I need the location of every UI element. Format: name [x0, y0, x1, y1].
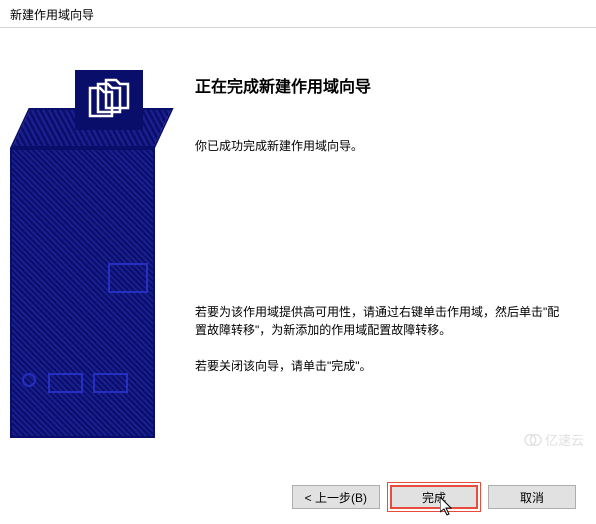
spacer [195, 173, 566, 303]
wizard-sidebar [0, 28, 165, 468]
success-message: 你已成功完成新建作用域向导。 [195, 137, 566, 155]
server-panel-detail [108, 263, 148, 293]
watermark: 亿速云 [524, 430, 584, 449]
wizard-footer: < 上一步(B) 完成 取消 [292, 485, 576, 509]
folder-icon-box [75, 70, 143, 130]
availability-message: 若要为该作用域提供高可用性，请通过右键单击作用域，然后单击"配置故障转移"，为新… [195, 303, 566, 339]
folders-icon [84, 78, 134, 123]
server-graphic [0, 28, 165, 443]
window-title: 新建作用域向导 [10, 8, 94, 22]
server-front-face [10, 148, 155, 438]
content-area: 正在完成新建作用域向导 你已成功完成新建作用域向导。 若要为该作用域提供高可用性… [0, 28, 596, 468]
server-drive-bay-1 [48, 373, 83, 393]
watermark-text: 亿速云 [545, 430, 584, 449]
window-titlebar: 新建作用域向导 [0, 0, 596, 28]
watermark-logo-icon [524, 431, 542, 449]
server-power-button [22, 373, 36, 387]
cancel-button[interactable]: 取消 [488, 485, 576, 509]
close-instruction: 若要关闭该向导，请单击"完成"。 [195, 357, 566, 375]
page-heading: 正在完成新建作用域向导 [195, 73, 566, 97]
server-drive-bay-2 [93, 373, 128, 393]
back-button[interactable]: < 上一步(B) [292, 485, 380, 509]
wizard-main-panel: 正在完成新建作用域向导 你已成功完成新建作用域向导。 若要为该作用域提供高可用性… [165, 28, 596, 468]
finish-button[interactable]: 完成 [390, 485, 478, 509]
